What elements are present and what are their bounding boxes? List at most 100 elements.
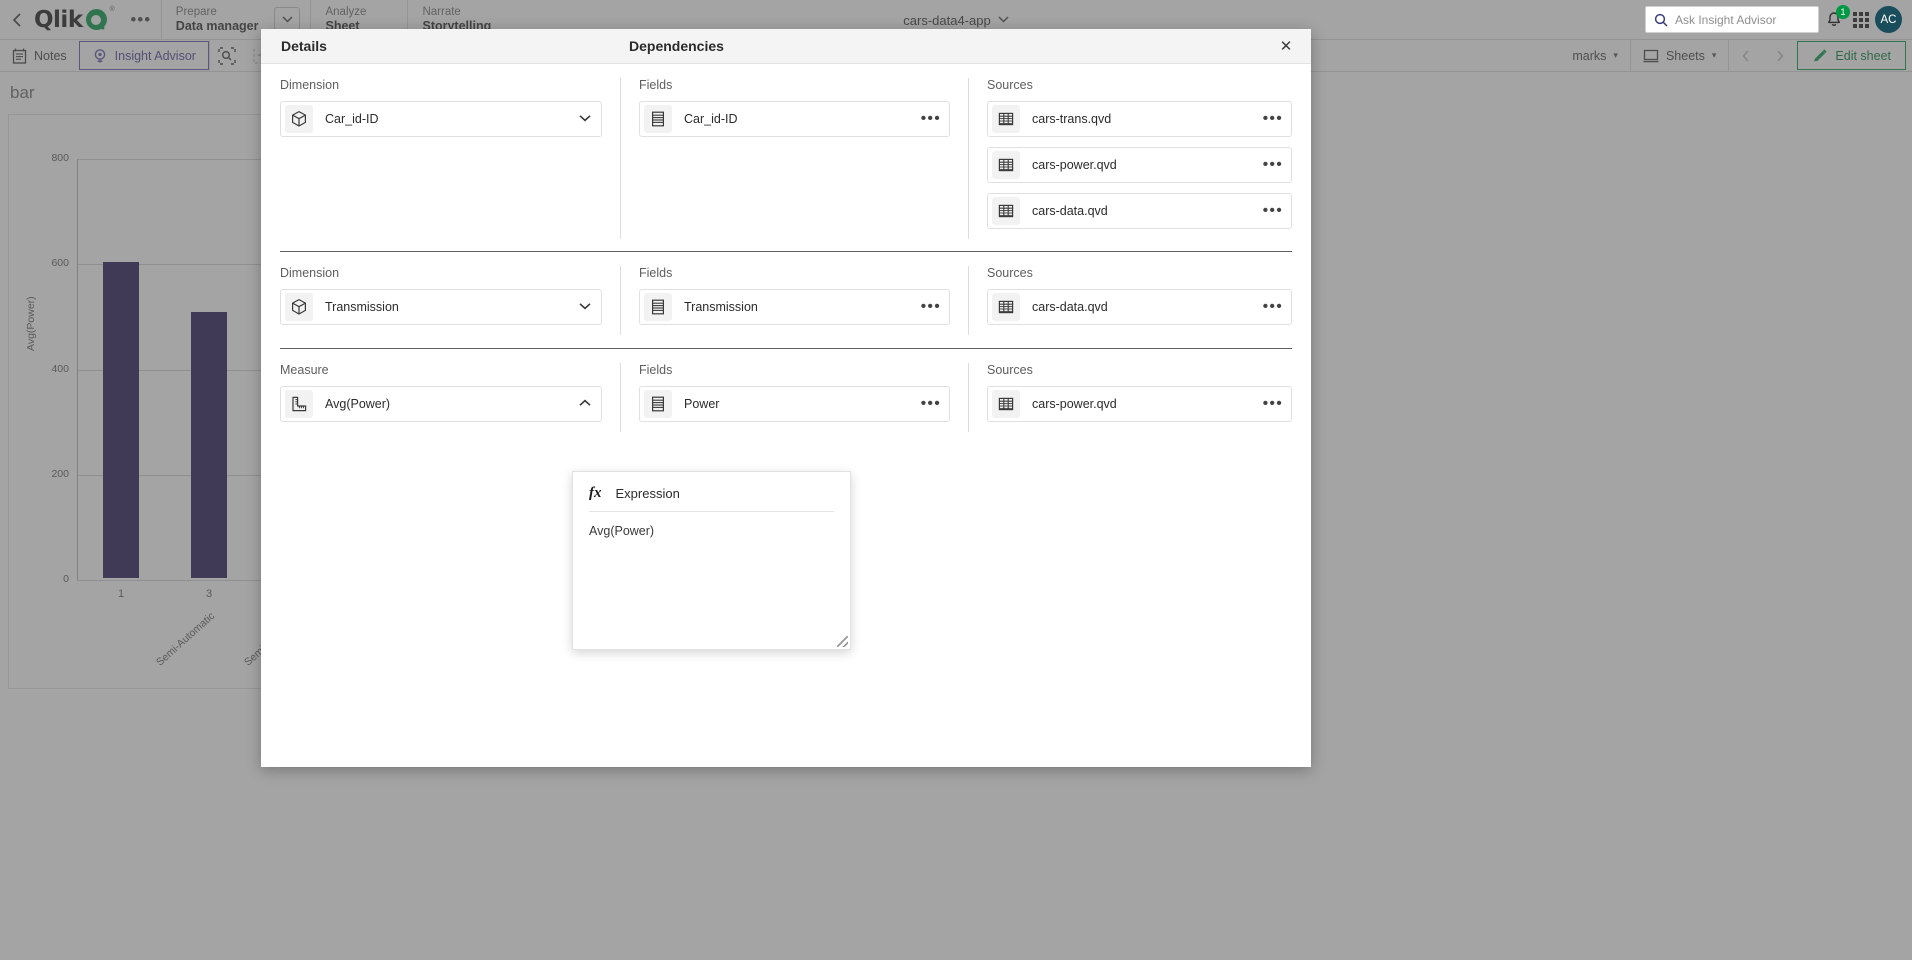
source-name: cars-power.qvd	[1032, 397, 1117, 411]
overflow-menu-button[interactable]: •••	[1263, 299, 1283, 315]
overflow-menu-button[interactable]: •••	[921, 396, 941, 412]
selector-dimension[interactable]: Transmission	[280, 289, 602, 325]
table-icon	[998, 158, 1014, 172]
table-icon	[998, 204, 1014, 218]
dependency-group: Measure Avg(Power) Fields Power ••• Sources ca…	[261, 349, 1311, 433]
field-item[interactable]: Transmission •••	[639, 289, 950, 325]
top-toolbar-right: Ask Insight Advisor 1 AC	[1645, 0, 1912, 39]
field-name: Power	[684, 397, 720, 411]
field-item[interactable]: Power •••	[639, 386, 950, 422]
overflow-menu-button[interactable]: •••	[1263, 396, 1283, 412]
chevron-up-icon	[579, 399, 591, 406]
grid-dot	[1865, 11, 1869, 16]
insight-advisor-search[interactable]: Ask Insight Advisor	[1645, 6, 1819, 33]
selector-measure[interactable]: Avg(Power)	[280, 386, 602, 422]
dialog-body: Dimension Car_id-ID Fields Car_id-ID ••• Sour…	[261, 64, 1311, 767]
group-columns: Measure Avg(Power) Fields Power ••• Sources ca…	[280, 363, 1292, 432]
source-item[interactable]: cars-data.qvd •••	[987, 289, 1292, 325]
resize-handle-icon[interactable]	[837, 636, 848, 647]
field-icon	[651, 111, 665, 127]
source-item[interactable]: cars-data.qvd •••	[987, 193, 1292, 229]
column-fields: Fields Car_id-ID •••	[620, 78, 968, 239]
notifications-button[interactable]: 1	[1825, 4, 1850, 31]
dialog-title-details: Details	[281, 38, 327, 54]
source-name: cars-data.qvd	[1032, 300, 1108, 314]
chevron-down-icon	[579, 303, 591, 310]
icon-container	[285, 390, 313, 418]
table-icon	[998, 397, 1014, 411]
icon-container	[992, 197, 1020, 225]
overflow-menu-button[interactable]: •••	[921, 299, 941, 315]
cube-icon	[292, 111, 306, 127]
source-item[interactable]: cars-power.qvd •••	[987, 386, 1292, 422]
source-name: cars-trans.qvd	[1032, 112, 1112, 126]
field-item[interactable]: Car_id-ID •••	[639, 101, 950, 137]
grid-dot	[1865, 17, 1869, 22]
source-name: cars-power.qvd	[1032, 158, 1117, 172]
expression-value[interactable]: Avg(Power)	[573, 512, 850, 550]
field-icon	[651, 299, 665, 315]
grid-dot	[1853, 11, 1857, 16]
overflow-menu-button[interactable]: •••	[1263, 203, 1283, 219]
fx-icon: fx	[589, 485, 602, 501]
field-name: Transmission	[684, 300, 758, 314]
source-name: cars-data.qvd	[1032, 204, 1108, 218]
icon-container	[644, 293, 672, 321]
icon-container	[285, 293, 313, 321]
overflow-menu-button[interactable]: •••	[1263, 111, 1283, 127]
selector-dimension[interactable]: Car_id-ID	[280, 101, 602, 137]
dropdown-toggle[interactable]	[579, 398, 593, 410]
grid-dot	[1859, 17, 1863, 22]
column-label: Dimension	[280, 266, 340, 280]
dropdown-toggle[interactable]	[579, 301, 593, 313]
dialog-header: Details Dependencies ✕	[261, 29, 1311, 64]
dependency-group: Dimension Transmission Fields Transmission •…	[261, 252, 1311, 336]
avatar[interactable]: AC	[1875, 6, 1902, 33]
column-sources: Sources cars-trans.qvd ••• cars-power.qvd ••…	[968, 78, 1292, 239]
icon-container	[992, 293, 1020, 321]
column-fields: Fields Power •••	[620, 363, 968, 432]
column-label: Measure	[280, 363, 329, 377]
expression-header: fx Expression	[573, 472, 850, 511]
grid-dot	[1859, 23, 1863, 28]
source-item[interactable]: cars-trans.qvd •••	[987, 101, 1292, 137]
grid-dot	[1865, 23, 1869, 28]
overflow-menu-button[interactable]: •••	[921, 111, 941, 127]
notification-badge: 1	[1836, 4, 1850, 19]
details-dependencies-dialog: Details Dependencies ✕ Dimension Car_id-I…	[261, 29, 1311, 767]
modal-overlay[interactable]: Details Dependencies ✕ Dimension Car_id-I…	[0, 0, 1912, 960]
expression-popover[interactable]: fx Expression Avg(Power)	[572, 471, 851, 650]
group-columns: Dimension Transmission Fields Transmission •…	[280, 266, 1292, 335]
dimension-value: Car_id-ID	[325, 112, 379, 126]
dimension-value: Transmission	[325, 300, 399, 314]
dependency-group: Dimension Car_id-ID Fields Car_id-ID ••• Sour…	[261, 64, 1311, 239]
field-name: Car_id-ID	[684, 112, 738, 126]
column-sources: Sources cars-power.qvd •••	[968, 363, 1292, 432]
chevron-down-icon	[579, 115, 591, 122]
dependency-groups: Dimension Car_id-ID Fields Car_id-ID ••• Sour…	[261, 64, 1311, 433]
app-launcher-button[interactable]	[1853, 11, 1869, 28]
table-icon	[998, 112, 1014, 126]
grid-dot	[1859, 11, 1863, 16]
measure-value: Avg(Power)	[325, 397, 391, 411]
column-label: Dimension	[280, 78, 340, 92]
source-item[interactable]: cars-power.qvd •••	[987, 147, 1292, 183]
field-icon	[651, 396, 665, 412]
dropdown-toggle[interactable]	[579, 113, 593, 125]
column-dimension: Dimension Transmission	[280, 266, 620, 335]
column-measure: Measure Avg(Power)	[280, 363, 620, 432]
column-dimension: Dimension Car_id-ID	[280, 78, 620, 239]
column-label: Sources	[987, 363, 1033, 377]
icon-container	[992, 105, 1020, 133]
overflow-menu-button[interactable]: •••	[1263, 157, 1283, 173]
group-columns: Dimension Car_id-ID Fields Car_id-ID ••• Sour…	[280, 78, 1292, 239]
icon-container	[285, 105, 313, 133]
column-label: Sources	[987, 78, 1033, 92]
grid-dot	[1853, 23, 1857, 28]
measure-icon	[292, 396, 307, 412]
column-label: Fields	[639, 78, 673, 92]
column-sources: Sources cars-data.qvd •••	[968, 266, 1292, 335]
dialog-title-dependencies: Dependencies	[629, 38, 724, 54]
close-icon[interactable]: ✕	[1273, 33, 1299, 59]
search-icon	[1654, 13, 1668, 27]
